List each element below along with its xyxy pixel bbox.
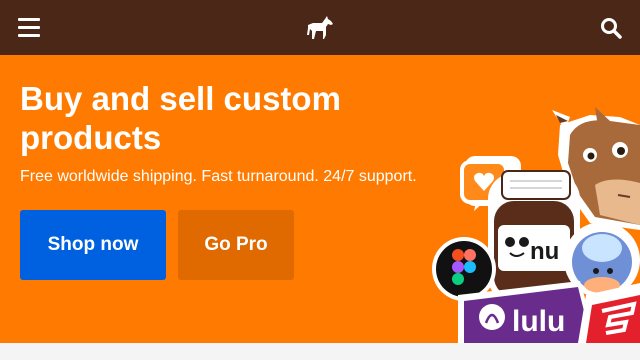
go-pro-button[interactable]: Go Pro (178, 210, 294, 280)
hero-title: Buy and sell custom products (20, 80, 341, 156)
figma-logo-icon (432, 237, 496, 301)
hero-subtitle: Free worldwide shipping. Fast turnaround… (20, 168, 417, 185)
top-navigation-bar (0, 0, 640, 55)
hamburger-menu-icon[interactable] (18, 18, 40, 38)
page-content-area (0, 343, 640, 360)
shop-now-button[interactable]: Shop now (20, 210, 166, 280)
sticker-collage: nu lulu (432, 107, 640, 343)
bag-label: lulu (512, 305, 565, 338)
search-icon[interactable] (600, 17, 622, 39)
jar-label: nu (530, 238, 559, 265)
horse-logo-icon[interactable] (305, 15, 335, 41)
